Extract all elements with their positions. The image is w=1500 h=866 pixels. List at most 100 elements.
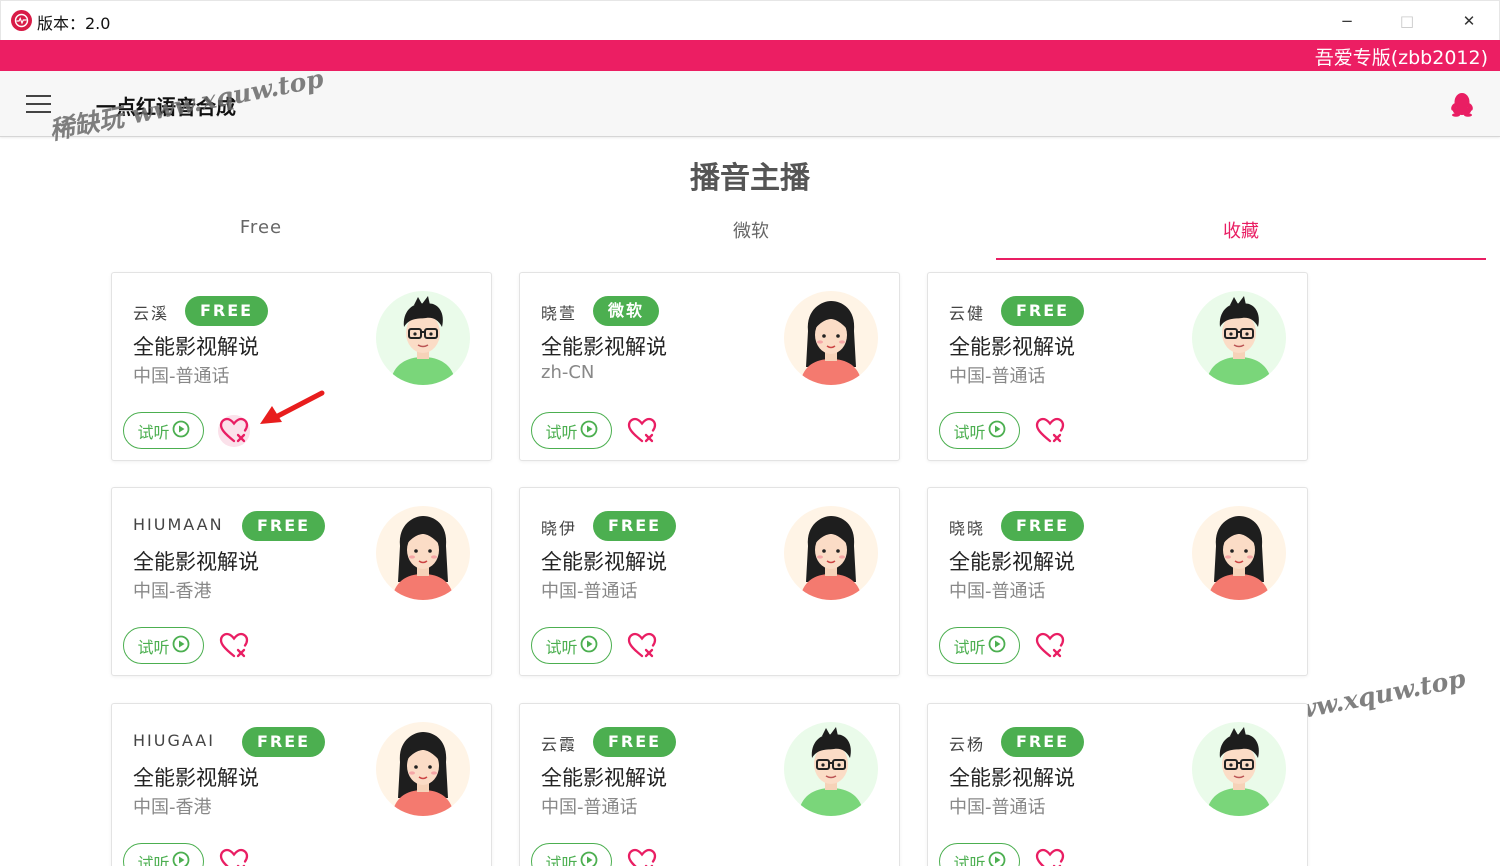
- voice-style: 全能影视解说: [133, 766, 259, 790]
- play-circle-icon: [172, 420, 190, 442]
- play-circle-icon: [580, 420, 598, 442]
- hamburger-menu-icon[interactable]: [26, 95, 51, 113]
- voice-name: 云霞: [541, 735, 578, 754]
- voice-name: 晓萱: [541, 304, 578, 323]
- listen-label: 试听: [137, 637, 170, 657]
- voice-card: 云健 FREE 全能影视解说 中国-普通话试听: [927, 272, 1308, 461]
- remove-favorite-icon[interactable]: [626, 630, 658, 662]
- edition-banner: 吾爱专版(zbb2012): [0, 40, 1500, 71]
- voice-badge: FREE: [242, 511, 326, 541]
- listen-label: 试听: [545, 853, 578, 866]
- listen-button[interactable]: 试听: [531, 843, 612, 866]
- voice-card: 云杨 FREE 全能影视解说 中国-普通话试听: [927, 703, 1308, 866]
- voice-card: HIUMAAN FREE 全能影视解说 中国-香港试听: [111, 487, 492, 676]
- voice-language: 中国-普通话: [949, 581, 1046, 602]
- close-button[interactable]: ✕: [1439, 1, 1499, 41]
- voice-badge: FREE: [1001, 727, 1085, 757]
- listen-button[interactable]: 试听: [123, 412, 204, 449]
- listen-label: 试听: [137, 853, 170, 866]
- voice-card: 云霞 FREE 全能影视解说 中国-普通话试听: [519, 703, 900, 866]
- voice-card: 晓伊 FREE 全能影视解说 中国-普通话试听: [519, 487, 900, 676]
- voice-name: 云溪: [133, 304, 170, 323]
- remove-favorite-icon[interactable]: [1034, 630, 1066, 662]
- listen-label: 试听: [953, 637, 986, 657]
- page-title: 播音主播: [690, 161, 810, 196]
- listen-button[interactable]: 试听: [531, 627, 612, 664]
- listen-button[interactable]: 试听: [939, 627, 1020, 664]
- female-avatar-icon: [376, 722, 470, 816]
- tab-microsoft[interactable]: 微软: [506, 212, 996, 260]
- minimize-button[interactable]: −: [1317, 1, 1377, 41]
- listen-button[interactable]: 试听: [939, 412, 1020, 449]
- remove-favorite-icon[interactable]: [218, 846, 250, 866]
- listen-button[interactable]: 试听: [531, 412, 612, 449]
- window-title: 版本：2.0: [37, 14, 111, 33]
- voice-badge: 微软: [593, 296, 660, 326]
- play-circle-icon: [580, 851, 598, 866]
- voice-language: 中国-香港: [133, 581, 212, 602]
- listen-button[interactable]: 试听: [123, 843, 204, 866]
- play-circle-icon: [988, 420, 1006, 442]
- voice-badge: FREE: [185, 296, 269, 326]
- male-avatar-icon: [1192, 291, 1286, 385]
- qq-penguin-icon[interactable]: [1449, 91, 1475, 121]
- remove-favorite-icon[interactable]: [1034, 415, 1066, 447]
- voice-card: 晓晓 FREE 全能影视解说 中国-普通话试听: [927, 487, 1308, 676]
- voice-badge: FREE: [593, 727, 677, 757]
- voice-style: 全能影视解说: [949, 335, 1075, 359]
- voice-style: 全能影视解说: [133, 550, 259, 574]
- voice-language: 中国-普通话: [949, 797, 1046, 818]
- play-circle-icon: [988, 851, 1006, 866]
- play-circle-icon: [172, 851, 190, 866]
- voice-badge: FREE: [1001, 296, 1085, 326]
- male-avatar-icon: [784, 722, 878, 816]
- voice-style: 全能影视解说: [541, 766, 667, 790]
- listen-button[interactable]: 试听: [939, 843, 1020, 866]
- remove-favorite-icon[interactable]: [218, 415, 250, 447]
- voice-name: 云杨: [949, 735, 986, 754]
- play-circle-icon: [988, 635, 1006, 657]
- voice-name: 云健: [949, 304, 986, 323]
- voice-name: 晓伊: [541, 519, 578, 538]
- voice-style: 全能影视解说: [541, 550, 667, 574]
- voice-style: 全能影视解说: [949, 550, 1075, 574]
- voice-badge: FREE: [593, 511, 677, 541]
- remove-favorite-icon[interactable]: [218, 630, 250, 662]
- remove-favorite-icon[interactable]: [626, 415, 658, 447]
- voice-language: 中国-普通话: [133, 366, 230, 387]
- voice-language: 中国-香港: [133, 797, 212, 818]
- window-titlebar: 版本：2.0 − □ ✕: [0, 0, 1500, 40]
- voice-card: 云溪 FREE 全能影视解说 中国-普通话试听: [111, 272, 492, 461]
- tab-free[interactable]: Free: [16, 212, 506, 260]
- female-avatar-icon: [376, 506, 470, 600]
- listen-button[interactable]: 试听: [123, 627, 204, 664]
- voice-style: 全能影视解说: [541, 335, 667, 359]
- female-avatar-icon: [1192, 506, 1286, 600]
- tab-favorites[interactable]: 收藏: [996, 212, 1486, 260]
- listen-label: 试听: [953, 853, 986, 866]
- play-circle-icon: [172, 635, 190, 657]
- remove-favorite-icon[interactable]: [626, 846, 658, 866]
- voice-style: 全能影视解说: [133, 335, 259, 359]
- remove-favorite-icon[interactable]: [1034, 846, 1066, 866]
- play-circle-icon: [580, 635, 598, 657]
- voice-language: zh-CN: [541, 362, 595, 383]
- voice-style: 全能影视解说: [949, 766, 1075, 790]
- maximize-button[interactable]: □: [1377, 1, 1437, 41]
- male-avatar-icon: [1192, 722, 1286, 816]
- voice-language: 中国-普通话: [541, 581, 638, 602]
- voice-card: 晓萱 微软全能影视解说 zh-CN 试听: [519, 272, 900, 461]
- app-logo-icon: [11, 10, 32, 31]
- female-avatar-icon: [784, 506, 878, 600]
- voice-language: 中国-普通话: [949, 366, 1046, 387]
- listen-label: 试听: [137, 422, 170, 442]
- male-avatar-icon: [376, 291, 470, 385]
- voice-badge: FREE: [1001, 511, 1085, 541]
- listen-label: 试听: [545, 422, 578, 442]
- annotation-arrow-icon: [260, 390, 325, 424]
- voice-name: HIUMAAN: [133, 515, 224, 534]
- listen-label: 试听: [545, 637, 578, 657]
- voice-name: 晓晓: [949, 519, 986, 538]
- voice-language: 中国-普通话: [541, 797, 638, 818]
- female-avatar-icon: [784, 291, 878, 385]
